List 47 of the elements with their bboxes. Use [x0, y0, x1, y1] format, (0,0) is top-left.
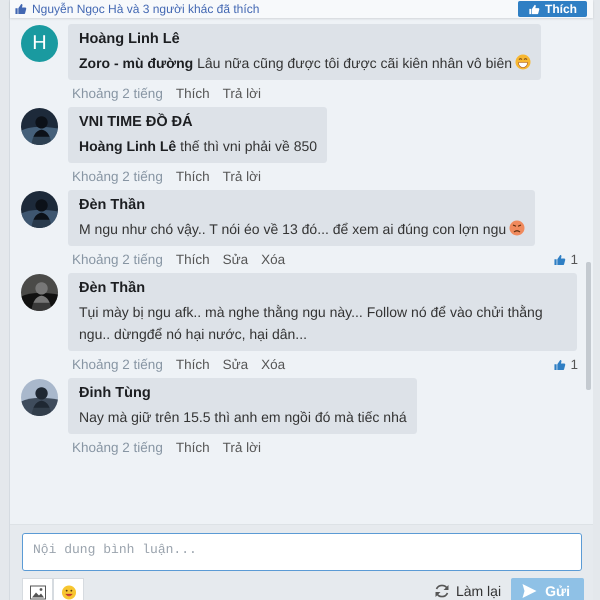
timestamp: Khoảng 2 tiếng: [72, 357, 163, 372]
thumbs-up-icon: [14, 3, 27, 15]
emoji-button[interactable]: [53, 578, 84, 600]
thumbs-up-icon: [528, 4, 540, 14]
refresh-icon: [434, 583, 450, 599]
comment-input[interactable]: Nội dung bình luận...: [22, 533, 582, 571]
author-name[interactable]: Đèn Thần: [79, 280, 567, 296]
comment-text: Zoro - mù đường Lâu nữa cũng được tôi được cãi kiên nhân vô biên: [79, 54, 512, 73]
action-link[interactable]: Sửa: [222, 357, 248, 372]
action-link[interactable]: Trả lời: [222, 440, 261, 455]
likes-summary[interactable]: Nguyễn Ngọc Hà và 3 người khác đã thích: [32, 2, 260, 16]
timestamp: Khoảng 2 tiếng: [72, 440, 163, 455]
author-name[interactable]: Đèn Thần: [79, 197, 526, 213]
scrollbar[interactable]: [586, 262, 591, 390]
comment-text: M ngu như chó vậy.. T nói éo về 13 đó... để xem ai đúng con lợn ngu: [79, 220, 506, 239]
angry-emoji-icon: [509, 220, 526, 236]
comment-text: Tụi mày bị ngu afk.. mà nghe thằng ngu này... Follow nó để vào chửi thằng ngu.. dừngđể nó hại nước, hại dân...: [79, 303, 544, 344]
comment-text: Nay mà giữ trên 15.5 thì anh em ngồi đó mà tiếc nhá: [79, 408, 407, 427]
grin-emoji-icon: [515, 54, 532, 70]
author-name[interactable]: VNI TIME ĐỒ ĐÁ: [79, 114, 318, 130]
action-link[interactable]: Xóa: [261, 252, 286, 267]
image-icon: [30, 584, 46, 600]
action-link[interactable]: Sửa: [222, 252, 248, 267]
thumbs-up-icon: [553, 254, 566, 266]
like-count: 1: [570, 252, 578, 267]
action-link[interactable]: Trả lời: [222, 86, 261, 101]
author-name[interactable]: Hoàng Linh Lê: [79, 31, 532, 47]
action-link[interactable]: Thích: [176, 169, 210, 184]
action-link[interactable]: Thích: [176, 86, 210, 101]
image-button[interactable]: [22, 578, 53, 600]
reset-button[interactable]: Làm lại: [434, 583, 502, 599]
action-link[interactable]: Xóa: [261, 357, 286, 372]
action-link[interactable]: Thích: [176, 357, 210, 372]
like-button[interactable]: Thích: [518, 1, 587, 17]
action-link[interactable]: Thích: [176, 440, 210, 455]
timestamp: Khoảng 2 tiếng: [72, 252, 163, 267]
smiley-icon: [60, 584, 76, 600]
like-count: 1: [570, 357, 578, 372]
timestamp: Khoảng 2 tiếng: [72, 86, 163, 101]
send-icon: [521, 583, 538, 599]
comment-text: Hoàng Linh Lê thế thì vni phải về 850: [79, 137, 318, 156]
author-name[interactable]: Đinh Tùng: [79, 385, 407, 401]
action-link[interactable]: Thích: [176, 252, 210, 267]
thumbs-up-icon: [553, 358, 566, 370]
avatar: H: [21, 25, 58, 62]
action-link[interactable]: Trả lời: [222, 169, 261, 184]
timestamp: Khoảng 2 tiếng: [72, 169, 163, 184]
